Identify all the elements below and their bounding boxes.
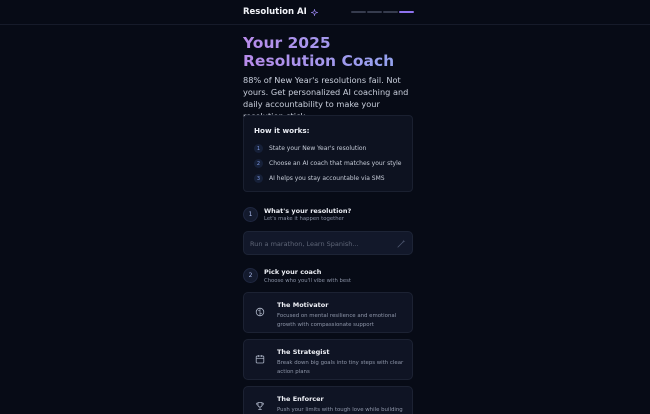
how-step: 1 State your New Year's resolution [254,144,366,153]
coach-name: The Motivator [277,301,329,309]
how-it-works-card: How it works: 1 State your New Year's re… [243,115,413,192]
coach-name: The Enforcer [277,395,324,403]
resolution-input[interactable] [250,236,395,252]
resolution-input-wrapper [243,231,413,255]
progress-indicator [351,11,414,13]
section-title: Pick your coach [264,268,322,276]
how-step: 3 AI helps you stay accountable via SMS [254,174,385,183]
section-number: 2 [243,268,258,283]
step-text: AI helps you stay accountable via SMS [269,175,385,182]
step-number: 1 [254,144,263,153]
calendar-icon [255,355,265,364]
progress-step [351,11,366,13]
page: Resolution AI Your 2025 Resolution Coach… [0,0,650,414]
coach-name: The Strategist [277,348,330,356]
coach-description: Focused on mental resilience and emotion… [277,313,397,328]
page-title: Your 2025 Resolution Coach [243,34,418,70]
progress-step [367,11,382,13]
section-subtitle: Let's make it happen together [264,216,344,222]
sparkle-icon [310,8,318,16]
coach-description: Break down big goals into tiny steps wit… [277,360,404,375]
step-number: 2 [254,159,263,168]
how-it-works-title: How it works: [254,126,310,135]
coach-description: Push your limits with tough love while b… [277,407,403,413]
coach-card-motivator[interactable]: The Motivator Focused on mental resilien… [243,292,413,333]
top-bar: Resolution AI [0,0,650,25]
section-subtitle: Choose who you'll vibe with best [264,278,351,284]
trophy-icon [256,402,264,410]
section-number: 1 [243,207,258,222]
coach-card-enforcer[interactable]: The Enforcer Push your limits with tough… [243,386,413,414]
step-text: Choose an AI coach that matches your sty… [269,160,402,167]
coach-card-strategist[interactable]: The Strategist Break down big goals into… [243,339,413,380]
brand[interactable]: Resolution AI [243,7,318,17]
magic-wand-icon[interactable] [397,239,406,248]
progress-step [383,11,398,13]
brain-icon [255,307,265,317]
how-step: 2 Choose an AI coach that matches your s… [254,159,401,168]
step-number: 3 [254,174,263,183]
progress-step-current [399,11,414,13]
brand-name: Resolution AI [243,7,307,17]
step-text: State your New Year's resolution [269,145,367,152]
section-title: What's your resolution? [264,207,352,215]
